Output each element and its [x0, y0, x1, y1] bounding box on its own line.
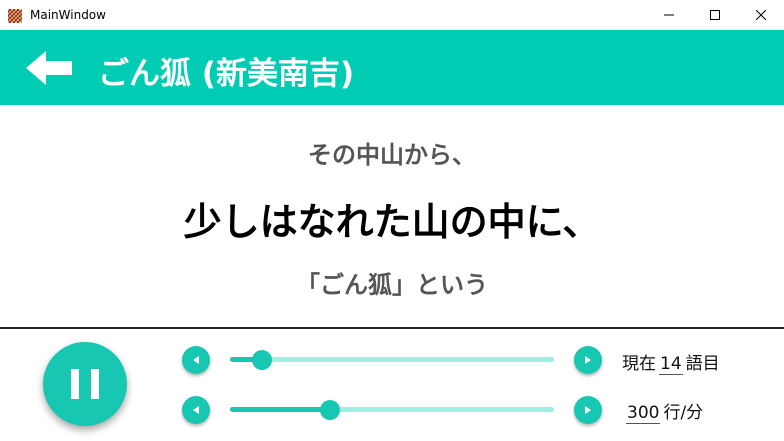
maximize-icon	[710, 10, 720, 20]
speed-decrease-button[interactable]	[182, 396, 210, 424]
minimize-icon	[664, 14, 674, 16]
position-back-button[interactable]	[182, 346, 210, 374]
window-title: MainWindow	[30, 8, 106, 22]
next-line: 「ごん狐」という	[296, 271, 488, 299]
minimize-button[interactable]	[646, 0, 692, 30]
play-pause-button[interactable]	[43, 342, 127, 426]
triangle-right-icon	[585, 356, 591, 364]
speed-suffix: 行/分	[663, 403, 704, 423]
position-slider-thumb[interactable]	[252, 350, 273, 370]
current-word-prefix: 現在	[622, 354, 656, 374]
close-icon	[756, 10, 766, 20]
position-forward-button[interactable]	[574, 346, 602, 374]
triangle-left-icon	[193, 406, 199, 414]
current-word-value: 14	[659, 354, 683, 375]
speed-slider-thumb[interactable]	[320, 400, 341, 420]
app-header: ごん狐 (新美南吉)	[0, 30, 784, 105]
back-button[interactable]	[22, 47, 76, 89]
window-titlebar: MainWindow	[0, 0, 784, 30]
current-word-indicator: 現在 14 語目	[622, 349, 720, 375]
maximize-button[interactable]	[692, 0, 738, 30]
position-slider[interactable]	[230, 350, 554, 370]
triangle-left-icon	[193, 356, 199, 364]
pause-icon	[65, 369, 105, 399]
close-button[interactable]	[738, 0, 784, 30]
previous-line: その中山から、	[308, 141, 476, 169]
speed-slider[interactable]	[230, 400, 554, 420]
speed-indicator: 300 行/分	[626, 398, 703, 424]
speed-value: 300	[626, 403, 661, 424]
speed-increase-button[interactable]	[574, 396, 602, 424]
page-title: ごん狐 (新美南吉)	[98, 56, 355, 92]
playback-controls: 現在 14 語目 300 行/分	[0, 329, 784, 441]
reading-area: その中山から、 少しはなれた山の中に、 「ごん狐」という	[0, 105, 784, 327]
current-line: 少しはなれた山の中に、	[183, 200, 601, 244]
current-word-suffix: 語目	[685, 354, 720, 374]
position-slider-track	[230, 357, 554, 362]
triangle-right-icon	[585, 406, 591, 414]
speed-slider-fill	[230, 407, 331, 412]
app-icon	[7, 8, 23, 24]
arrow-left-icon	[26, 51, 72, 85]
